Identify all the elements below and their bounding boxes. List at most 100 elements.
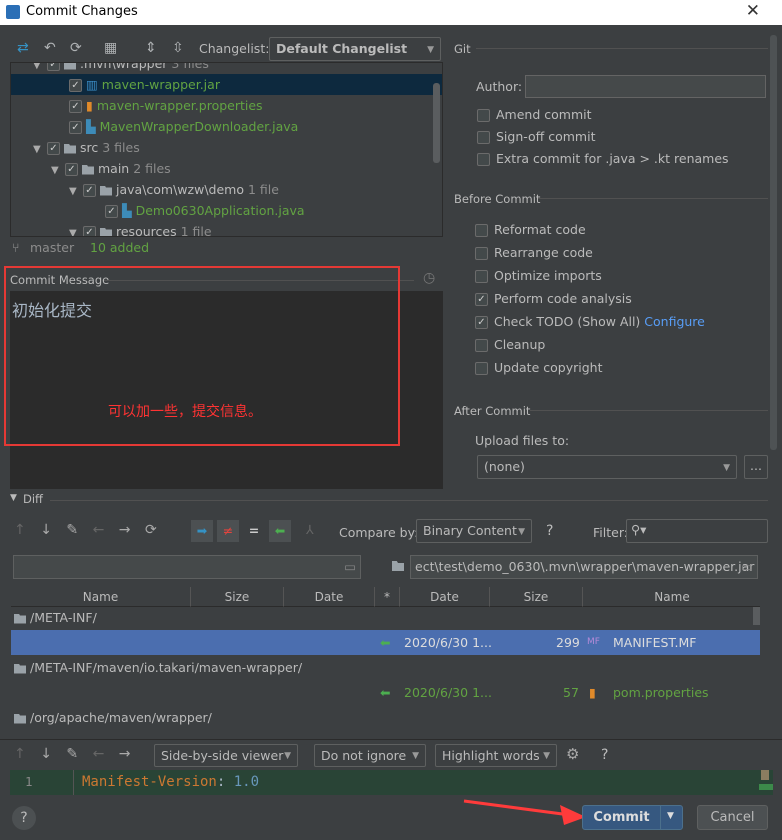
folder-icon xyxy=(64,143,76,154)
expand-arrow-icon[interactable]: ▼ xyxy=(69,181,83,202)
right-path-input[interactable]: ect\test\demo_0630\.mvn\wrapper\maven-wr… xyxy=(410,555,758,579)
tree-row[interactable]: ▼ ✓ src 3 files xyxy=(11,137,442,158)
tree-row[interactable]: ▼ ✓ resources 1 file xyxy=(11,221,442,236)
tree-row[interactable]: ✓ ▙ MavenWrapperDownloader.java xyxy=(11,116,442,137)
merge-icon[interactable]: ⅄ xyxy=(306,522,314,537)
ignore-select[interactable]: Do not ignore ▼ xyxy=(314,744,426,767)
expand-arrow-icon[interactable]: ▼ xyxy=(69,223,83,236)
highlight-select[interactable]: Highlight words ▼ xyxy=(435,744,557,767)
folder-open-icon[interactable]: ▭ xyxy=(741,559,753,574)
next-diff-icon[interactable]: ↓ xyxy=(40,746,52,762)
author-input[interactable] xyxy=(525,75,766,98)
changelist-select[interactable]: Default Changelist ▼ xyxy=(269,37,441,61)
column-header[interactable]: Size xyxy=(490,587,583,607)
refresh-icon[interactable]: ⟳ xyxy=(70,40,82,56)
commit-options-chevron-icon[interactable]: ▼ xyxy=(667,811,674,821)
viewer-mode-select[interactable]: Side-by-side viewer ▼ xyxy=(154,744,298,767)
forward-icon[interactable]: → xyxy=(119,746,131,762)
column-header[interactable]: Date xyxy=(284,587,375,607)
table-row[interactable]: /org/apache/maven/wrapper/ xyxy=(11,705,760,730)
java-file-icon: ▙ xyxy=(121,203,132,218)
next-diff-icon[interactable]: ↓ xyxy=(40,522,52,538)
jar-icon: ▥ xyxy=(85,77,98,92)
commit-button[interactable]: Commit ▼ xyxy=(582,805,683,830)
extra-commit-checkbox[interactable]: Extra commit for .java > .kt renames xyxy=(477,151,729,166)
gear-icon[interactable]: ⚙ xyxy=(566,745,579,763)
folder-icon xyxy=(392,561,404,571)
diff-table[interactable]: Name Size Date * Date Size Name /META-IN… xyxy=(11,587,760,730)
show-deleted-icon[interactable]: ⬅ xyxy=(269,520,291,542)
changelist-label: Changelist: xyxy=(199,41,270,56)
compare-by-select[interactable]: Binary Content ▼ xyxy=(416,519,532,543)
collapse-diff-icon[interactable]: ▼ xyxy=(10,493,17,503)
column-header[interactable]: * xyxy=(375,587,400,607)
cleanup-checkbox[interactable]: Cleanup xyxy=(475,337,545,352)
help-icon[interactable]: ? xyxy=(546,523,553,539)
tree-scrollbar[interactable] xyxy=(433,83,440,163)
prev-diff-icon[interactable]: ↑ xyxy=(14,522,26,538)
tree-row[interactable]: ▼ ✓ main 2 files xyxy=(11,158,442,179)
table-scrollbar[interactable] xyxy=(753,607,760,625)
changes-tree[interactable]: ▼ ✓ .mvn\wrapper 3 files ✓ ▥ maven-wrapper… xyxy=(10,62,443,237)
filter-input[interactable]: ⚲▾ xyxy=(626,519,768,543)
check-todo-checkbox[interactable]: ✓ Check TODO (Show All) Configure xyxy=(475,314,705,329)
column-header[interactable]: Date xyxy=(400,587,490,607)
collapse-all-icon[interactable]: ⇳ xyxy=(172,40,184,56)
table-row[interactable]: ⬅ 2020/6/30 1... 299 MF MANIFEST.MF xyxy=(11,630,760,655)
sign-off-checkbox[interactable]: Sign-off commit xyxy=(477,129,596,144)
group-by-icon[interactable]: ▦ xyxy=(104,40,117,56)
checkbox[interactable]: ✓ xyxy=(105,205,118,218)
checkbox[interactable]: ✓ xyxy=(69,79,82,92)
table-row[interactable]: /META-INF/ xyxy=(11,605,760,630)
viewer-help-icon[interactable]: ? xyxy=(601,747,608,763)
chevron-down-icon: ▼ xyxy=(284,751,291,761)
column-header[interactable]: Name xyxy=(11,587,191,607)
history-icon[interactable]: ◷ xyxy=(423,270,435,286)
tree-row[interactable]: ✓ ▮ maven-wrapper.properties xyxy=(11,95,442,116)
amend-commit-checkbox[interactable]: Amend commit xyxy=(477,107,592,122)
left-path-input[interactable]: ▭ xyxy=(13,555,361,579)
expand-arrow-icon[interactable]: ▼ xyxy=(33,139,47,160)
back-icon[interactable]: ← xyxy=(93,746,105,762)
checkbox[interactable]: ✓ xyxy=(69,121,82,134)
code-analysis-checkbox[interactable]: ✓ Perform code analysis xyxy=(475,291,632,306)
column-header[interactable]: Name xyxy=(583,587,760,607)
edit-icon[interactable]: ✎ xyxy=(66,746,78,762)
git-section-title: Git xyxy=(454,42,471,56)
optimize-imports-checkbox[interactable]: Optimize imports xyxy=(475,268,602,283)
rollback-icon[interactable]: ↶ xyxy=(44,40,56,56)
checkbox[interactable]: ✓ xyxy=(69,100,82,113)
rearrange-code-checkbox[interactable]: Rearrange code xyxy=(475,245,593,260)
update-copyright-checkbox[interactable]: Update copyright xyxy=(475,360,602,375)
expand-all-icon[interactable]: ⇕ xyxy=(145,40,157,56)
column-header[interactable]: Size xyxy=(191,587,284,607)
show-different-icon[interactable]: ≠ xyxy=(217,520,239,542)
reformat-code-checkbox[interactable]: Reformat code xyxy=(475,222,586,237)
table-row[interactable]: ⬅ 2020/6/30 1... 57 ▮ pom.properties xyxy=(11,680,760,705)
cancel-button[interactable]: Cancel xyxy=(697,805,768,830)
diff-toolbar: ↑ ↓ ✎ ← → ⟳ xyxy=(14,522,157,538)
tree-row[interactable]: ✓ ▙ Demo0630Application.java xyxy=(11,200,442,221)
show-equal-icon[interactable]: = xyxy=(243,520,265,542)
filter-label: Filter: xyxy=(593,525,628,540)
diff-viewer[interactable]: 1 Manifest-Version: 1.0 xyxy=(10,770,773,795)
back-icon[interactable]: ← xyxy=(93,522,105,538)
upload-select[interactable]: (none) ▼ xyxy=(477,455,737,479)
folder-open-icon[interactable]: ▭ xyxy=(344,559,356,574)
prev-diff-icon[interactable]: ↑ xyxy=(14,746,26,762)
table-row[interactable]: /META-INF/maven/io.takari/maven-wrapper/ xyxy=(11,655,760,680)
forward-icon[interactable]: → xyxy=(119,522,131,538)
help-button[interactable]: ? xyxy=(12,806,36,830)
tree-row[interactable]: ▼ ✓ java\com\wzw\demo 1 file xyxy=(11,179,442,200)
tree-row[interactable]: ▼ ✓ .mvn\wrapper 3 files xyxy=(11,63,442,74)
close-icon[interactable]: ✕ xyxy=(746,1,760,21)
show-new-icon[interactable]: ➡ xyxy=(191,520,213,542)
expand-arrow-icon[interactable]: ▼ xyxy=(51,160,65,181)
edit-icon[interactable]: ✎ xyxy=(66,522,78,538)
configure-link[interactable]: Configure xyxy=(644,314,705,329)
refresh-icon[interactable]: ⟳ xyxy=(145,522,157,538)
tree-row[interactable]: ✓ ▥ maven-wrapper.jar xyxy=(11,74,442,95)
browse-button[interactable]: ... xyxy=(744,455,768,479)
options-scrollbar[interactable] xyxy=(770,35,777,450)
diff-icon[interactable]: ⇄ xyxy=(17,40,29,56)
